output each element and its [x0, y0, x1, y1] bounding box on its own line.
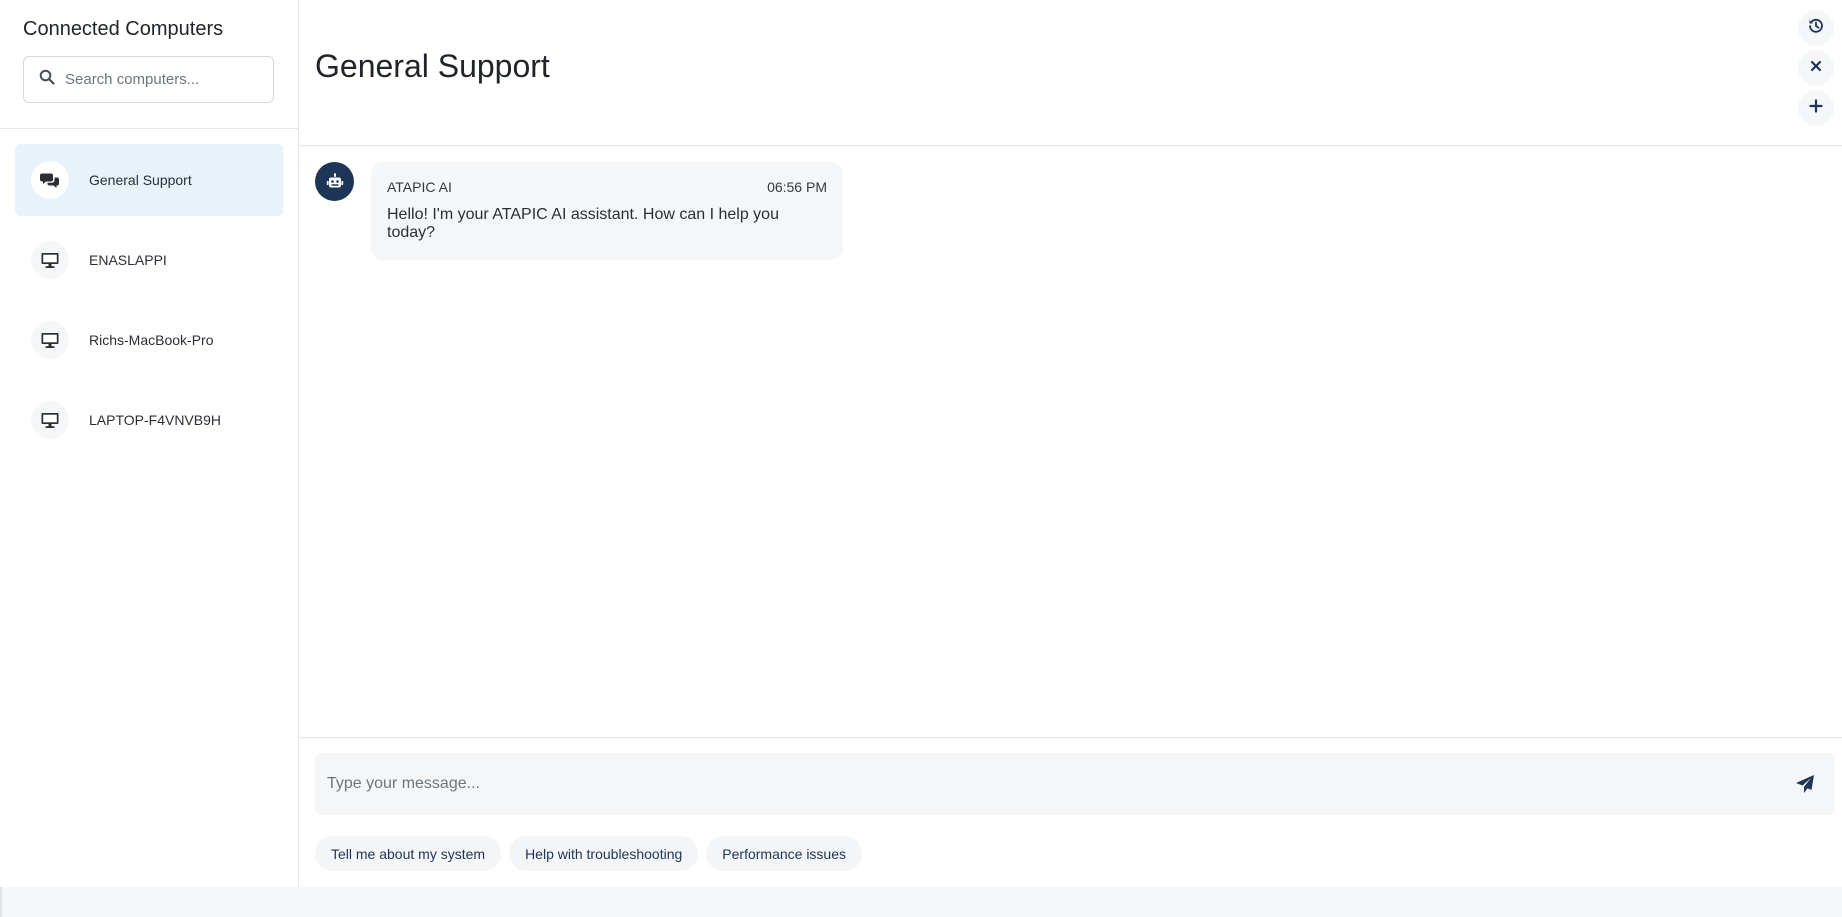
suggestion-chip-system[interactable]: Tell me about my system [315, 836, 502, 871]
sidebar-item-label: General Support [89, 172, 192, 188]
header-actions [1798, 10, 1834, 126]
robot-icon [315, 162, 354, 201]
sidebar: Connected Computers General Support ENAS… [0, 0, 299, 887]
close-icon [1808, 58, 1824, 79]
desktop-icon [31, 321, 69, 359]
sidebar-item-label: Richs-MacBook-Pro [89, 332, 214, 348]
sidebar-item-label: LAPTOP-F4VNVB9H [89, 412, 222, 428]
sidebar-item-label: ENASLAPPI [89, 252, 167, 268]
sidebar-item-general-support[interactable]: General Support [15, 144, 283, 216]
search-icon [39, 69, 55, 90]
computer-list: General Support ENASLAPPI Richs-MacBook-… [0, 129, 298, 464]
app-window: Connected Computers General Support ENAS… [0, 0, 1842, 887]
plus-icon [1808, 98, 1824, 119]
paper-plane-icon [1796, 775, 1814, 793]
suggestion-chips: Tell me about my system Help with troubl… [315, 836, 862, 871]
message-list: ATAPIC AI 06:56 PM Hello! I'm your ATAPI… [299, 146, 1842, 738]
history-icon [1808, 18, 1824, 39]
sidebar-title: Connected Computers [23, 18, 224, 40]
message-text: Hello! I'm your ATAPIC AI assistant. How… [387, 206, 779, 241]
scrollbar-edge [0, 887, 2, 917]
message-input-bar[interactable] [315, 753, 1835, 815]
chat-bubbles-icon [31, 161, 69, 199]
chat-header: General Support [299, 0, 1842, 146]
suggestion-chip-performance[interactable]: Performance issues [706, 836, 862, 871]
sidebar-item-laptop-f4vnvb9h[interactable]: LAPTOP-F4VNVB9H [15, 384, 283, 456]
search-input[interactable] [65, 71, 265, 88]
suggestion-chip-troubleshooting[interactable]: Help with troubleshooting [509, 836, 699, 871]
bottom-strip [0, 887, 1842, 917]
sidebar-header: Connected Computers [0, 0, 298, 129]
history-button[interactable] [1798, 10, 1834, 46]
new-chat-button[interactable] [1798, 90, 1834, 126]
desktop-icon [31, 241, 69, 279]
sidebar-item-enaslappi[interactable]: ENASLAPPI [15, 224, 283, 296]
close-button[interactable] [1798, 50, 1834, 86]
message-time: 06:56 PM [767, 179, 827, 195]
message-sender: ATAPIC AI [387, 179, 452, 195]
search-box[interactable] [23, 56, 274, 103]
composer: Tell me about my system Help with troubl… [299, 738, 1842, 887]
send-button[interactable] [1795, 774, 1815, 794]
message-input[interactable] [327, 775, 1767, 793]
chat-panel: General Support ATAPIC AI 06:56 PM Hello… [299, 0, 1842, 887]
sidebar-item-richs-macbook-pro[interactable]: Richs-MacBook-Pro [15, 304, 283, 376]
message-bubble: ATAPIC AI 06:56 PM Hello! I'm your ATAPI… [371, 162, 843, 260]
message-item: ATAPIC AI 06:56 PM Hello! I'm your ATAPI… [315, 162, 843, 260]
page-title: General Support [315, 48, 550, 84]
desktop-icon [31, 401, 69, 439]
message-meta: ATAPIC AI 06:56 PM [387, 179, 827, 195]
